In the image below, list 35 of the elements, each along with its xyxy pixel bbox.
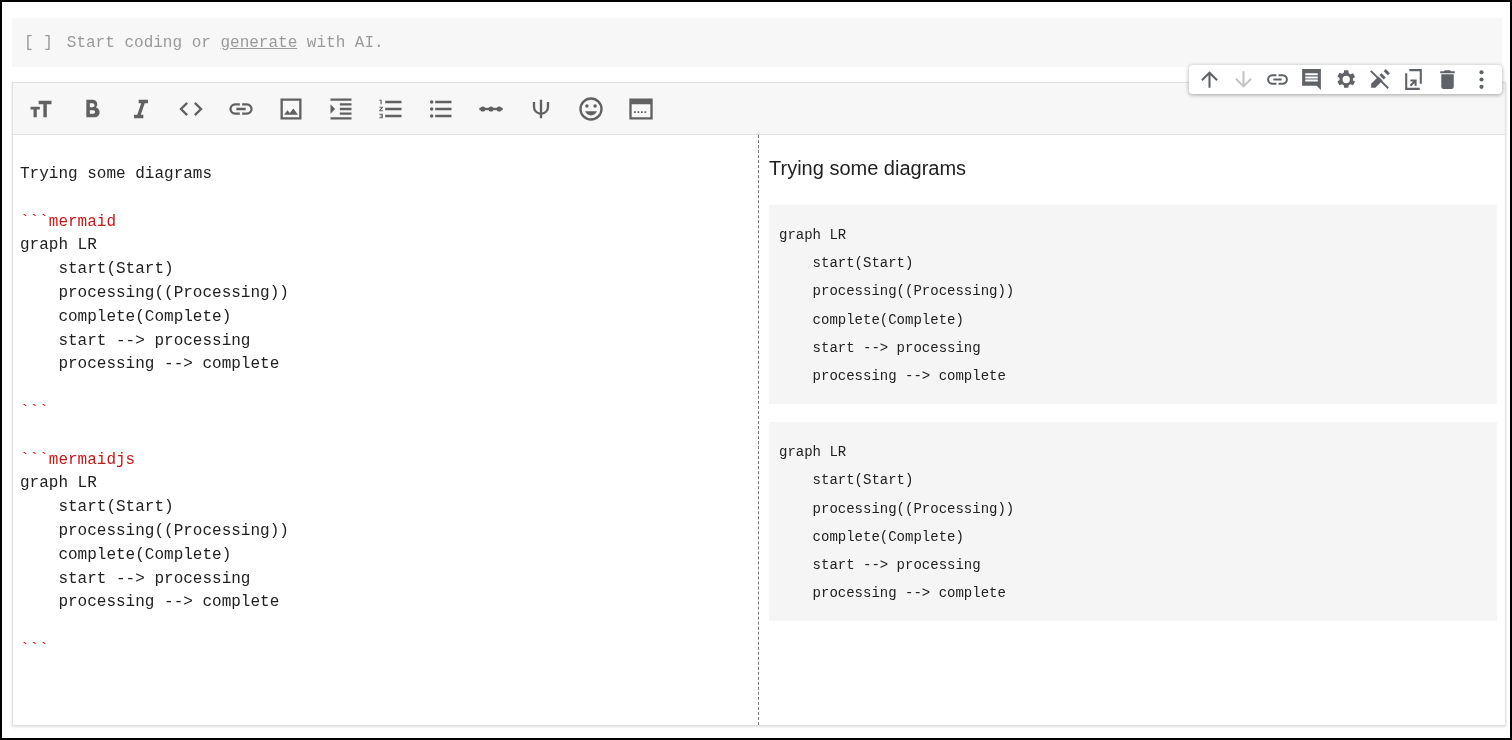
markdown-line: complete(Complete)	[57, 544, 233, 566]
code-line: start(Start)	[811, 471, 914, 491]
markdown-line: processing((Processing))	[57, 283, 290, 304]
markdown-line: start --> processing	[57, 330, 252, 352]
code-fence-line: ```	[20, 639, 50, 661]
markdown-line: Trying some diagrams	[20, 164, 214, 185]
code-line: complete(Complete)	[811, 310, 964, 330]
code-line: complete(Complete)	[811, 527, 964, 547]
code-line: graph LR	[779, 226, 847, 245]
markdown-line: graph LR	[20, 235, 98, 257]
code-line: start(Start)	[811, 254, 914, 274]
code-line: processing --> complete	[811, 584, 1006, 604]
code-fence-line: ```	[20, 401, 50, 423]
generate-link[interactable]: generate	[220, 30, 298, 55]
run-brackets[interactable]: [ ]	[24, 30, 53, 55]
code-fence-line: ```mermaid	[20, 211, 117, 233]
markdown-line: start(Start)	[57, 497, 175, 519]
markdown-line: complete(Complete)	[57, 306, 233, 328]
code-line: processing((Processing))	[811, 282, 1015, 302]
code-line: graph LR	[779, 443, 847, 463]
markdown-line: graph LR	[20, 473, 98, 495]
code-line: processing((Processing))	[811, 499, 1015, 519]
code-fence-line: ```mermaidjs	[20, 449, 137, 471]
code-cell[interactable]: [ ] Start coding or generate with AI.	[12, 18, 1502, 67]
markdown-line: start --> processing	[57, 568, 252, 590]
placeholder-text: with AI.	[305, 32, 384, 54]
code-line: start --> processing	[811, 556, 981, 576]
markdown-line: processing((Processing))	[57, 520, 290, 542]
placeholder-text: Start coding or	[66, 32, 212, 54]
markdown-line: processing --> complete	[57, 592, 281, 614]
markdown-line: start(Start)	[57, 259, 175, 281]
preview-heading: Trying some diagrams	[769, 156, 968, 181]
markdown-line: processing --> complete	[57, 354, 281, 376]
code-line: processing --> complete	[811, 367, 1006, 386]
code-line: start --> processing	[811, 338, 981, 358]
